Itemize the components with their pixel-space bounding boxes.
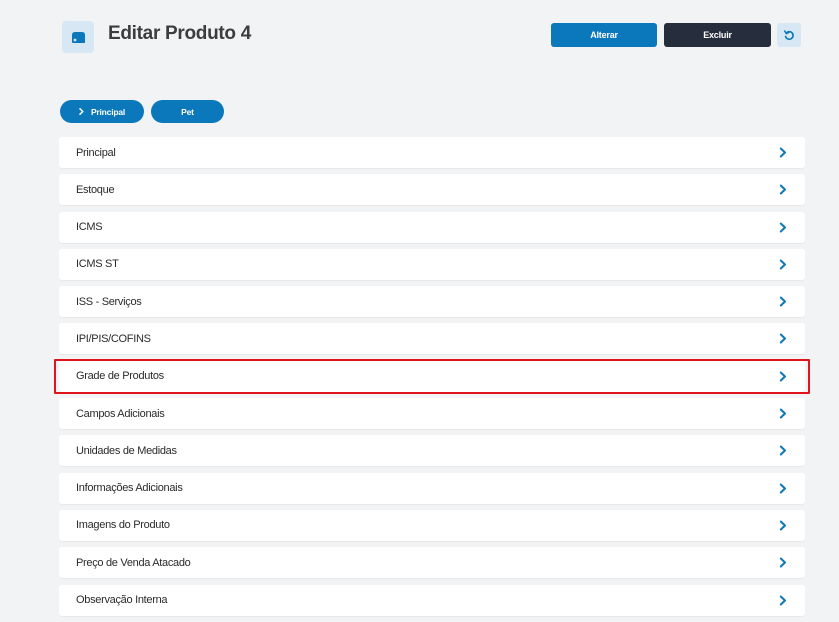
- section-label: Preço de Venda Atacado: [76, 556, 191, 569]
- section-informacoes-adicionais[interactable]: Informações Adicionais: [59, 472, 805, 504]
- section-label: Observação Interna: [76, 594, 168, 607]
- section-label: Principal: [76, 146, 116, 159]
- chevron-right-icon: [779, 222, 787, 233]
- chevron-right-icon: [779, 333, 787, 344]
- section-principal[interactable]: Principal: [59, 137, 805, 168]
- section-preco-de-venda-atacado[interactable]: Preço de Venda Atacado: [59, 547, 805, 579]
- section-label: Grade de Produtos: [76, 370, 164, 383]
- section-icms[interactable]: ICMS: [59, 211, 805, 243]
- tab-pet[interactable]: Pet: [151, 100, 224, 123]
- chevron-right-icon: [779, 296, 787, 307]
- tab-principal[interactable]: Principal: [60, 100, 144, 123]
- chevron-right-icon: [779, 520, 787, 531]
- section-label: Estoque: [76, 183, 115, 196]
- chevron-right-icon: [79, 108, 84, 115]
- alterar-button[interactable]: Alterar: [551, 23, 657, 47]
- section-label: Campos Adicionais: [76, 407, 165, 420]
- section-unidades-de-medidas[interactable]: Unidades de Medidas: [59, 435, 805, 467]
- chevron-right-icon: [779, 184, 787, 195]
- section-campos-adicionais[interactable]: Campos Adicionais: [59, 398, 805, 430]
- section-label: ISS - Serviços: [76, 295, 142, 308]
- chevron-right-icon: [779, 557, 787, 568]
- section-label: ICMS ST: [76, 258, 119, 271]
- chevron-right-icon: [779, 483, 787, 494]
- chevron-right-icon: [779, 259, 787, 270]
- section-label: Imagens do Produto: [76, 519, 170, 532]
- chevron-right-icon: [779, 445, 787, 456]
- undo-icon: [783, 30, 794, 41]
- page-title: Editar Produto 4: [108, 23, 251, 44]
- undo-button[interactable]: [777, 23, 801, 47]
- tab-principal-label: Principal: [90, 106, 126, 117]
- section-label: Informações Adicionais: [76, 482, 183, 495]
- section-grade-de-produtos[interactable]: Grade de Produtos: [54, 358, 810, 394]
- chevron-right-icon: [779, 371, 787, 382]
- section-imagens-do-produto[interactable]: Imagens do Produto: [59, 509, 805, 541]
- chevron-right-icon: [779, 595, 787, 606]
- excluir-button[interactable]: Excluir: [664, 23, 771, 47]
- chevron-right-icon: [779, 408, 787, 419]
- section-label: ICMS: [76, 221, 103, 234]
- section-label: IPI/PIS/COFINS: [76, 332, 151, 345]
- section-list: Principal Estoque ICMS ICMS ST ISS - Ser…: [54, 137, 810, 622]
- section-label: Unidades de Medidas: [76, 444, 177, 457]
- section-iss-servicos[interactable]: ISS - Serviços: [59, 286, 805, 318]
- product-icon: [62, 21, 94, 53]
- chevron-right-icon: [779, 147, 787, 158]
- section-icms-st[interactable]: ICMS ST: [59, 248, 805, 280]
- section-estoque[interactable]: Estoque: [59, 174, 805, 206]
- tab-pet-label: Pet: [181, 106, 194, 117]
- section-ipi-pis-cofins[interactable]: IPI/PIS/COFINS: [59, 323, 805, 355]
